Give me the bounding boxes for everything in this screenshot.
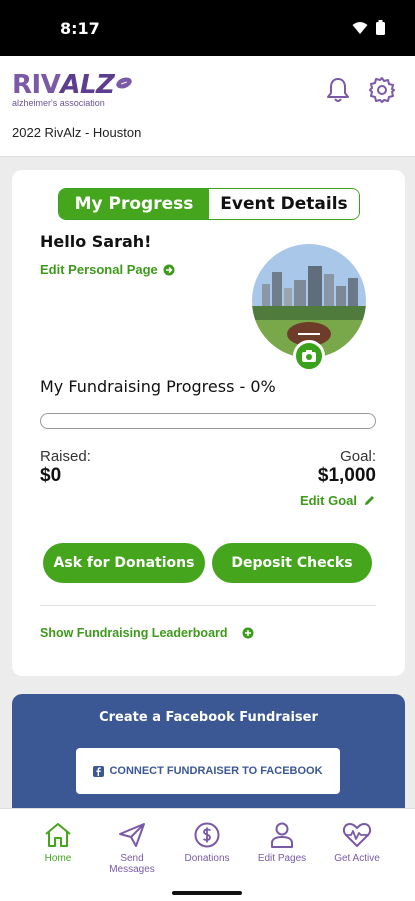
deposit-checks-button[interactable]: Deposit Checks	[212, 543, 372, 583]
heart-pulse-icon	[342, 823, 372, 847]
camera-icon[interactable]	[293, 340, 325, 372]
bottom-navigation: Home Send Messages Donations Edit Pages G…	[0, 808, 415, 901]
status-time: 8:17	[60, 19, 100, 38]
show-leaderboard-link[interactable]: Show Fundraising Leaderboard	[40, 626, 254, 640]
raised-label: Raised:	[40, 448, 91, 465]
arrow-circle-icon	[163, 264, 175, 275]
facebook-icon	[93, 765, 105, 777]
nav-donations[interactable]: Donations	[167, 821, 247, 864]
facebook-card-title: Create a Facebook Fundraiser	[99, 710, 318, 725]
tab-event-details[interactable]: Event Details	[209, 189, 359, 219]
connect-facebook-button[interactable]: CONNECT FUNDRAISER TO FACEBOOK	[76, 748, 340, 794]
fundraising-progress-label: My Fundraising Progress - 0%	[40, 377, 276, 396]
goal-label: Goal:	[340, 448, 376, 465]
nav-home[interactable]: Home	[18, 821, 98, 864]
football-icon	[116, 77, 133, 89]
raised-value: $0	[40, 465, 62, 486]
app-header: RIVALZ alzheimer's association 2022 RivA…	[0, 56, 415, 157]
fundraising-progress-bar	[40, 413, 376, 429]
nav-send-messages-label: Send Messages	[109, 853, 155, 875]
edit-goal-link[interactable]: Edit Goal	[300, 493, 376, 508]
nav-get-active-label: Get Active	[334, 853, 380, 864]
nav-edit-pages-label: Edit Pages	[257, 853, 307, 864]
send-icon	[119, 823, 145, 847]
tab-my-progress[interactable]: My Progress	[59, 189, 209, 219]
pencil-icon	[365, 496, 374, 505]
tab-bar: My Progress Event Details	[58, 188, 360, 220]
nav-donations-label: Donations	[184, 853, 230, 864]
home-icon	[45, 823, 71, 847]
bell-icon[interactable]	[324, 76, 352, 104]
gear-icon[interactable]	[368, 76, 396, 104]
nav-get-active[interactable]: Get Active	[317, 821, 397, 864]
status-icons	[352, 20, 385, 35]
nav-edit-pages[interactable]: Edit Pages	[242, 821, 322, 864]
status-bar: 8:17	[0, 0, 415, 56]
nav-home-label: Home	[44, 853, 72, 864]
plus-circle-icon	[242, 627, 254, 639]
nav-send-messages[interactable]: Send Messages	[92, 821, 172, 875]
rivalz-logo: RIVALZ alzheimer's association	[12, 70, 133, 108]
progress-card: My Progress Event Details Hello Sarah! E…	[12, 170, 405, 676]
wifi-icon	[352, 21, 368, 34]
greeting: Hello Sarah!	[40, 232, 152, 251]
goal-value: $1,000	[317, 465, 376, 486]
facebook-fundraiser-card: Create a Facebook Fundraiser CONNECT FUN…	[12, 694, 405, 810]
dollar-icon	[194, 822, 220, 848]
home-indicator	[172, 891, 242, 895]
battery-icon	[376, 20, 385, 35]
person-icon	[271, 822, 293, 848]
edit-personal-page-link[interactable]: Edit Personal Page	[40, 262, 175, 277]
ask-for-donations-button[interactable]: Ask for Donations	[43, 543, 205, 583]
event-name: 2022 RivAlz - Houston	[12, 125, 142, 140]
divider	[40, 605, 376, 606]
